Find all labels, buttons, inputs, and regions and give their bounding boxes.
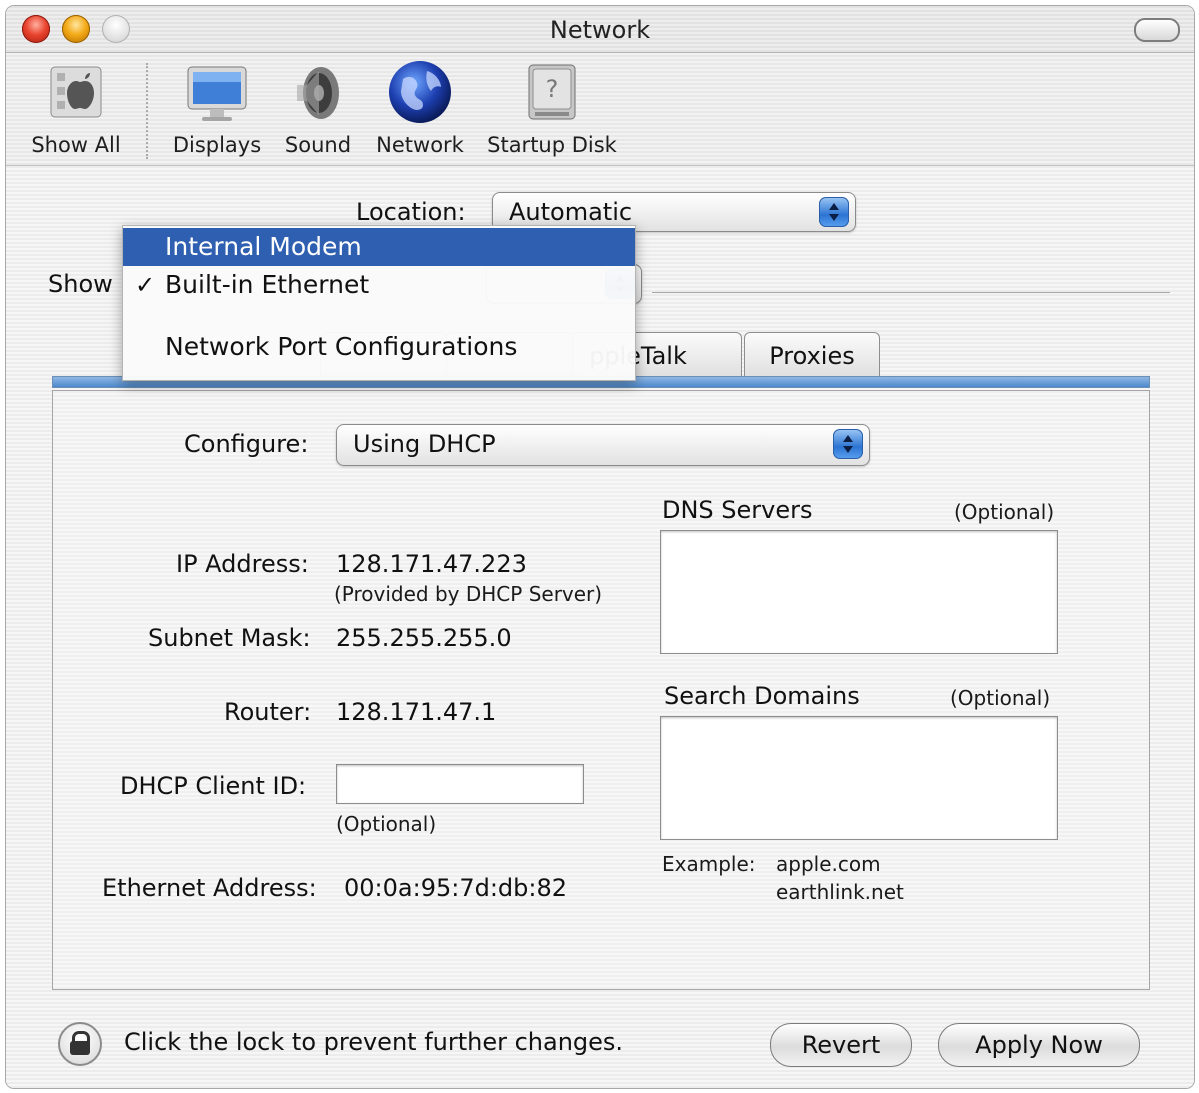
example-label: Example: [662,852,756,876]
configure-label: Configure: [184,430,309,458]
svg-text:?: ? [546,75,559,103]
dhcp-client-note: (Optional) [336,812,437,836]
subnet-label: Subnet Mask: [148,624,311,652]
menu-item-built-in-ethernet[interactable]: ✓ Built-in Ethernet [123,266,635,304]
toolbar-network[interactable]: Network [370,57,470,157]
location-label: Location: [356,198,466,226]
example-line-1: apple.com [776,852,881,876]
dns-label: DNS Servers [662,496,813,524]
window-title: Network [549,16,651,44]
search-domains-field[interactable] [660,716,1058,840]
tab-proxies[interactable]: Proxies [744,332,880,379]
popup-arrows-icon [833,429,863,459]
toolbar: Show All Displays Sound Network ? Startu… [6,53,1194,166]
toolbar-label: Displays [172,133,262,157]
revert-button[interactable]: Revert [770,1023,912,1067]
configure-popup[interactable]: Using DHCP [336,424,870,466]
menu-item-internal-modem[interactable]: Internal Modem [123,228,635,266]
show-label: Show [48,270,113,298]
ip-note: (Provided by DHCP Server) [334,582,603,606]
network-prefs-window: Network Show All Displays Sound Network … [6,6,1194,1088]
search-domains-label: Search Domains [664,682,860,710]
toolbar-separator [146,63,148,159]
apply-now-button[interactable]: Apply Now [938,1023,1140,1067]
router-label: Router: [224,698,312,726]
ethernet-label: Ethernet Address: [102,874,317,902]
search-domains-optional: (Optional) [950,686,1051,710]
toolbar-label: Sound [284,133,352,157]
title-bar: Network [6,6,1194,53]
hard-disk-icon: ? [517,57,587,127]
lock-body [70,1041,90,1055]
tab-label: Proxies [769,342,855,370]
lock-icon[interactable] [58,1022,102,1066]
show-popup-menu: Internal Modem ✓ Built-in Ethernet Netwo… [122,225,636,381]
ip-label: IP Address: [176,550,309,578]
speaker-icon [283,57,353,127]
router-value: 128.171.47.1 [336,698,497,726]
popup-arrows-icon [819,197,849,227]
menu-item-network-port-configurations[interactable]: Network Port Configurations [123,328,635,366]
menu-item-label: Built-in Ethernet [165,270,370,299]
apple-prefs-icon [41,57,111,127]
dhcp-client-field[interactable] [336,764,584,804]
globe-icon [385,57,455,127]
toolbar-displays[interactable]: Displays [166,57,268,157]
configure-value: Using DHCP [353,430,496,458]
ethernet-value: 00:0a:95:7d:db:82 [344,874,567,902]
separator-line [652,292,1170,293]
toolbar-toggle-button[interactable] [1134,18,1180,42]
toolbar-label: Show All [31,133,121,157]
location-value: Automatic [509,198,633,226]
menu-item-label: Network Port Configurations [165,332,518,361]
toolbar-sound[interactable]: Sound [278,57,358,157]
subnet-value: 255.255.255.0 [336,624,512,652]
toolbar-label: Network [376,133,464,157]
toolbar-show-all[interactable]: Show All [24,57,128,157]
dhcp-client-label: DHCP Client ID: [120,772,307,800]
display-icon [182,57,252,127]
toolbar-startup-disk[interactable]: ? Startup Disk [484,57,620,157]
dns-optional: (Optional) [954,500,1055,524]
ip-value: 128.171.47.223 [336,550,527,578]
menu-item-label: Internal Modem [165,232,362,261]
dns-servers-field[interactable] [660,530,1058,654]
toolbar-label: Startup Disk [487,133,617,157]
checkmark-icon: ✓ [135,271,156,299]
lock-text: Click the lock to prevent further change… [124,1028,624,1056]
example-line-2: earthlink.net [776,880,904,904]
